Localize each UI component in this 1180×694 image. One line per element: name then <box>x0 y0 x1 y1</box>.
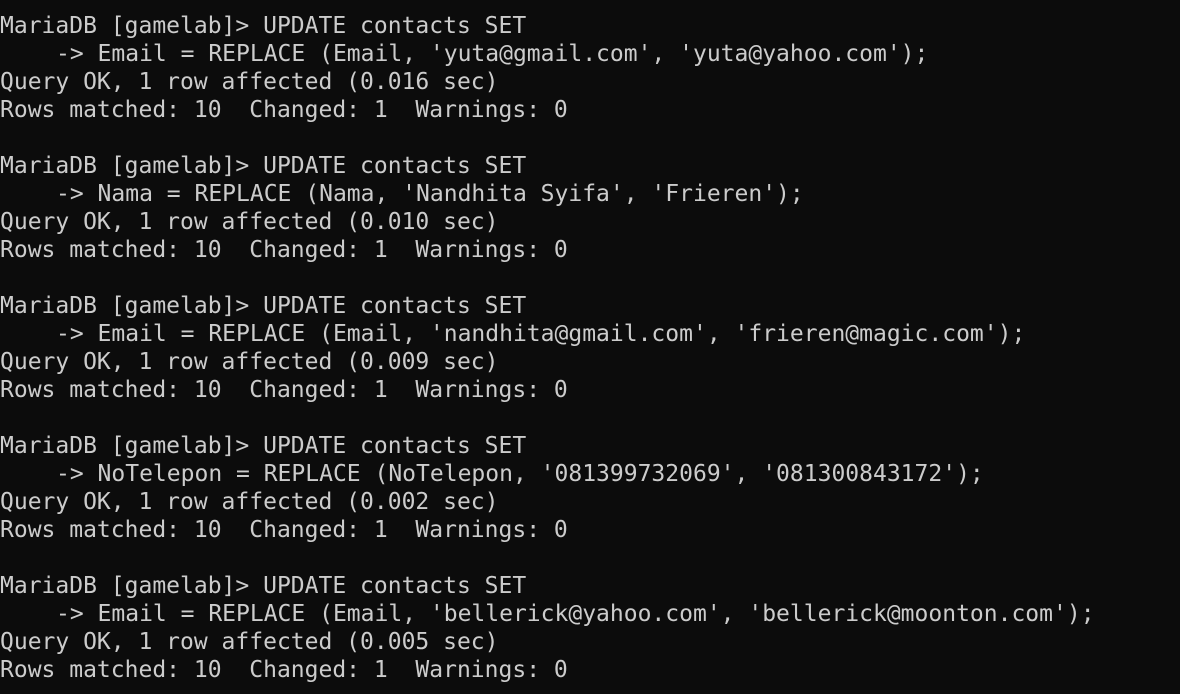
rows-status-line: Rows matched: 10 Changed: 1 Warnings: 0 <box>0 97 568 123</box>
query-block: MariaDB [gamelab]> UPDATE contacts SET -… <box>0 292 1180 404</box>
query-block: MariaDB [gamelab]> UPDATE contacts SET -… <box>0 12 1180 124</box>
query-result-line: Query OK, 1 row affected (0.010 sec) <box>0 209 499 235</box>
query-block: MariaDB [gamelab]> UPDATE contacts SET -… <box>0 572 1180 684</box>
query-result-line: Query OK, 1 row affected (0.005 sec) <box>0 629 499 655</box>
sql-command-line: MariaDB [gamelab]> UPDATE contacts SET <box>0 13 527 39</box>
sql-command-line: MariaDB [gamelab]> UPDATE contacts SET <box>0 293 527 319</box>
sql-command-line: MariaDB [gamelab]> UPDATE contacts SET <box>0 433 527 459</box>
sql-continuation-line: -> Nama = REPLACE (Nama, 'Nandhita Syifa… <box>56 181 804 207</box>
sql-continuation-line: -> Email = REPLACE (Email, 'yuta@gmail.c… <box>56 41 929 67</box>
rows-status-line: Rows matched: 10 Changed: 1 Warnings: 0 <box>0 657 568 683</box>
sql-continuation-line: -> Email = REPLACE (Email, 'nandhita@gma… <box>56 321 1026 347</box>
terminal-window[interactable]: MariaDB [gamelab]> UPDATE contacts SET -… <box>0 0 1180 694</box>
sql-command-line: MariaDB [gamelab]> UPDATE contacts SET <box>0 573 527 599</box>
query-result-line: Query OK, 1 row affected (0.016 sec) <box>0 69 499 95</box>
rows-status-line: Rows matched: 10 Changed: 1 Warnings: 0 <box>0 517 568 543</box>
query-block: MariaDB [gamelab]> UPDATE contacts SET -… <box>0 432 1180 544</box>
sql-continuation-line: -> Email = REPLACE (Email, 'bellerick@ya… <box>56 601 1095 627</box>
rows-status-line: Rows matched: 10 Changed: 1 Warnings: 0 <box>0 377 568 403</box>
query-result-line: Query OK, 1 row affected (0.002 sec) <box>0 489 499 515</box>
query-block: MariaDB [gamelab]> UPDATE contacts SET -… <box>0 152 1180 264</box>
rows-status-line: Rows matched: 10 Changed: 1 Warnings: 0 <box>0 237 568 263</box>
sql-continuation-line: -> NoTelepon = REPLACE (NoTelepon, '0813… <box>56 461 984 487</box>
sql-command-line: MariaDB [gamelab]> UPDATE contacts SET <box>0 153 527 179</box>
query-result-line: Query OK, 1 row affected (0.009 sec) <box>0 349 499 375</box>
